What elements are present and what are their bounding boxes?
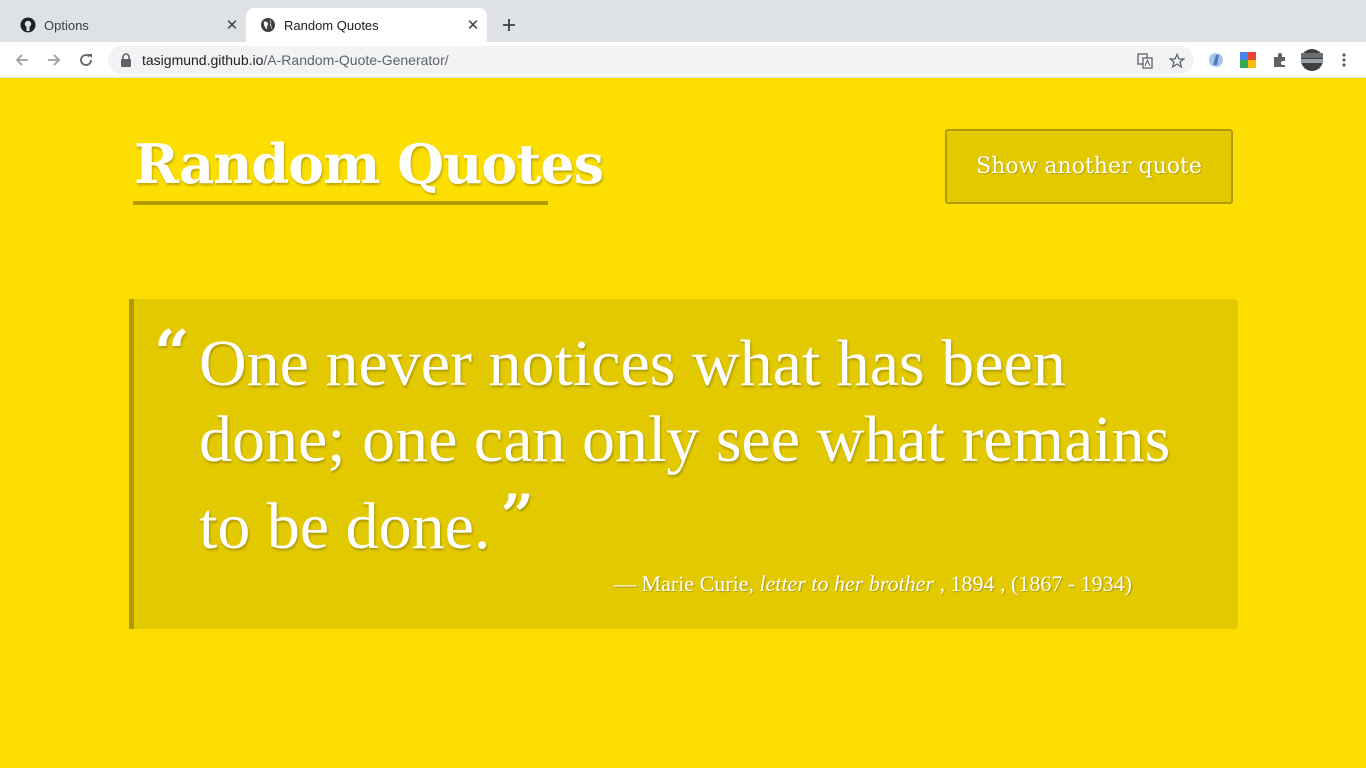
quote-author: Marie Curie, — [641, 571, 754, 596]
forward-icon[interactable] — [42, 48, 66, 72]
url-path: /A-Random-Quote-Generator/ — [263, 52, 449, 68]
close-quote-mark: ” — [500, 482, 534, 550]
new-tab-icon[interactable] — [498, 14, 520, 36]
tab-options[interactable]: Options ✕ — [0, 8, 246, 42]
lock-icon[interactable] — [120, 53, 134, 67]
globe-icon — [260, 17, 276, 33]
address-bar[interactable]: tasigmund.github.io/A-Random-Quote-Gener… — [108, 46, 1194, 74]
github-icon — [20, 17, 36, 33]
extension-google-icon[interactable] — [1239, 51, 1257, 69]
tab-title: Options — [44, 17, 89, 33]
bookmark-star-icon[interactable] — [1168, 52, 1186, 70]
quote-attribution: — Marie Curie, letter to her brother , 1… — [614, 571, 1132, 597]
tab-strip: Options ✕ Random Quotes ✕ — [0, 0, 1366, 42]
attribution-dash: — — [614, 571, 642, 596]
quote-citation: letter to her brother — [759, 571, 935, 596]
quote-body: One never notices what has been done; on… — [199, 326, 1199, 565]
translate-icon[interactable] — [1136, 52, 1154, 70]
menu-dots-icon[interactable] — [1335, 51, 1353, 69]
reload-icon[interactable] — [74, 48, 98, 72]
close-tab-icon[interactable]: ✕ — [222, 15, 242, 35]
open-quote-mark: “ — [154, 316, 190, 389]
url-host: tasigmund.github.io — [142, 52, 264, 68]
back-icon[interactable] — [10, 48, 34, 72]
tab-title: Random Quotes — [284, 17, 379, 33]
title-underline — [133, 201, 548, 205]
author-lifespan: (1867 - 1934) — [1011, 571, 1132, 596]
profile-avatar-icon[interactable] — [1301, 49, 1323, 71]
quote-year: , 1894 , — [934, 571, 1012, 596]
extensions-puzzle-icon[interactable] — [1271, 51, 1289, 69]
url-text: tasigmund.github.io/A-Random-Quote-Gener… — [142, 52, 449, 68]
extension-blue-icon[interactable] — [1207, 51, 1225, 69]
tab-random-quotes[interactable]: Random Quotes ✕ — [246, 8, 487, 42]
page-title[interactable]: Random Quotes — [134, 132, 604, 196]
browser-toolbar: tasigmund.github.io/A-Random-Quote-Gener… — [0, 42, 1366, 78]
show-another-quote-button[interactable]: Show another quote — [945, 129, 1233, 204]
close-tab-icon[interactable]: ✕ — [463, 15, 483, 35]
quote-text: One never notices what has been done; on… — [199, 327, 1171, 563]
